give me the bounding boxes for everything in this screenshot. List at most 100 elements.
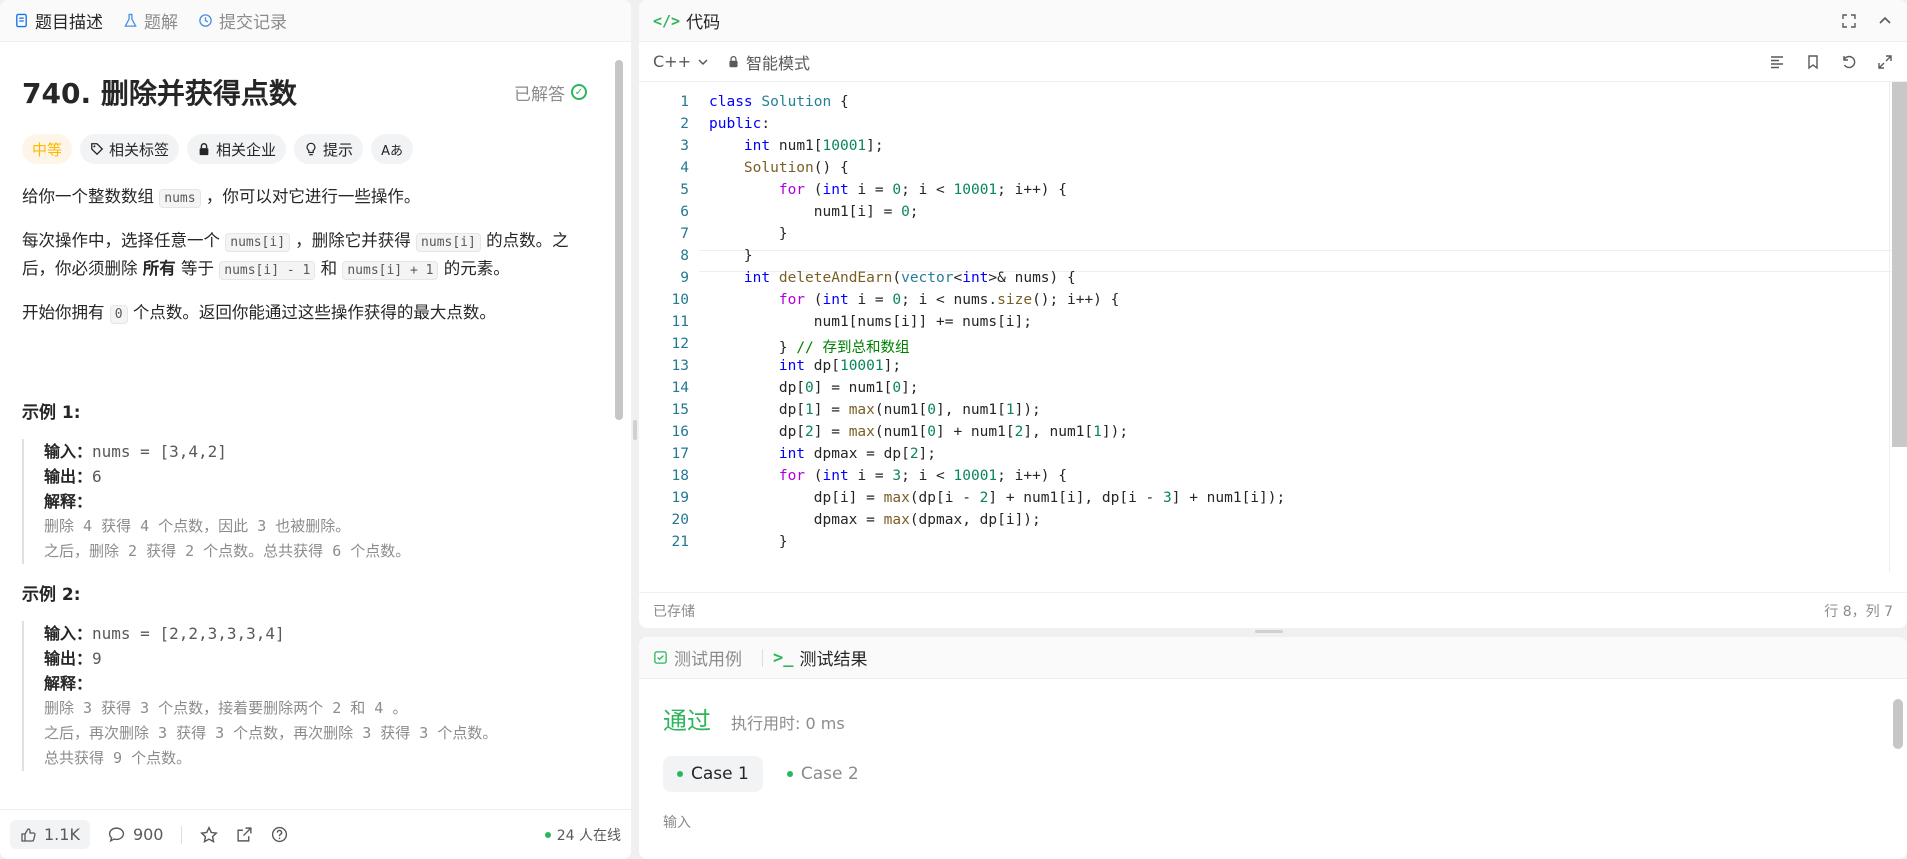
line-number: 1: [680, 94, 689, 110]
example-output-value: 6: [92, 467, 102, 486]
chevron-up-icon[interactable]: [1877, 13, 1893, 29]
format-icon[interactable]: [1769, 54, 1785, 70]
example-explain-line: 删除 3 获得 3 个点数，接着要删除两个 2 和 4 。: [44, 699, 408, 717]
case-tab-2[interactable]: Case 2: [773, 756, 873, 792]
line-number: 6: [680, 204, 689, 220]
share-button[interactable]: [236, 826, 253, 843]
language-label: C++: [653, 52, 691, 71]
example-input-value: nums = [3,4,2]: [92, 442, 227, 461]
example-1-block: 输入：nums = [3,4,2] 输出：6 解释： 删除 4 获得 4 个点数…: [22, 439, 587, 564]
desc-text: 的元素。: [443, 259, 510, 278]
line-number: 3: [680, 138, 689, 154]
online-text: 24 人在线: [556, 827, 621, 844]
desc-text: 个点数。返回你能通过这些操作获得的最大点数。: [132, 303, 496, 322]
code-line: num1[nums[i]] += nums[i];: [709, 314, 1033, 330]
desc-text: ，你可以对它进行一些操作。: [205, 187, 421, 206]
like-button[interactable]: 1.1K: [10, 820, 90, 849]
code-line: dpmax = max(dpmax, dp[i]);: [709, 512, 1041, 528]
smart-mode-label: 智能模式: [745, 53, 810, 73]
tab-submissions[interactable]: 提交记录: [198, 8, 287, 33]
line-number: 19: [671, 490, 689, 506]
desc-text: ，删除它并获得: [295, 231, 411, 250]
help-button[interactable]: [271, 826, 288, 843]
code-line: }: [709, 248, 753, 264]
editor-scroll-thumb[interactable]: [1892, 82, 1907, 447]
case-pass-dot: [677, 771, 683, 777]
tab-results[interactable]: >_ 测试结果: [773, 645, 867, 671]
example-explain-line: 删除 4 获得 4 个点数，因此 3 也被删除。: [44, 517, 351, 535]
inline-code: nums[i]: [416, 233, 481, 252]
tab-testcases[interactable]: 测试用例: [653, 645, 742, 670]
line-number: 20: [671, 512, 689, 528]
document-icon: [16, 13, 27, 28]
fullscreen-icon[interactable]: [1841, 13, 1857, 29]
problem-panel: 题目描述 题解 提交记录 740. 删除并获得点数 已解答 ✓ 中等 相关标签: [0, 0, 631, 859]
translate-icon: Aあ: [381, 143, 403, 159]
case-tab-label: Case 2: [800, 764, 859, 784]
line-number: 13: [671, 358, 689, 374]
case-tab-1[interactable]: Case 1: [663, 756, 763, 792]
problem-content: 740. 删除并获得点数 已解答 ✓ 中等 相关标签 相关企业 提示 Aあ 给你…: [0, 42, 609, 809]
check-circle-icon: ✓: [571, 84, 587, 100]
flask-icon: [124, 13, 137, 27]
inline-code: 0: [109, 305, 128, 324]
related-companies-button[interactable]: 相关企业: [187, 134, 287, 164]
inline-code: nums[i] + 1: [342, 261, 439, 280]
solved-label: 已解答: [514, 84, 565, 105]
code-line: for (int i = 3; i < 10001; i++) {: [778, 468, 1067, 484]
expand-icon[interactable]: [1877, 54, 1893, 70]
example-2-block: 输入：nums = [2,2,3,3,3,4] 输出：9 解释： 删除 3 获得…: [22, 621, 587, 771]
code-editor[interactable]: 1 2 3 4 5 6 7 8 9 10 11 12 13 14 15 16 17 18 19 20 21 class …: [639, 82, 1893, 572]
tab-code[interactable]: </> 代码: [653, 8, 721, 34]
tag-icon: [91, 143, 104, 156]
translate-button[interactable]: Aあ: [371, 134, 413, 164]
desc-text: 和: [320, 259, 338, 278]
result-summary: 通过 执行用时: 0 ms: [639, 679, 1907, 736]
checkbox-icon: [654, 651, 667, 664]
tab-testcases-label: 测试用例: [674, 650, 742, 670]
line-number: 5: [680, 182, 689, 198]
current-line-highlight: [699, 250, 1893, 272]
code-line: for (int i = 0; i < 10001; i++) {: [778, 182, 1067, 198]
related-tags-button[interactable]: 相关标签: [80, 134, 180, 164]
hint-button[interactable]: 提示: [294, 134, 364, 164]
editor-toolbar: C++ 智能模式: [639, 42, 1907, 82]
code-panel: </> 代码 C++ 智能模式 1 2 3 4 5 6 7 8 9 10 11 12 13 14 15 16 1…: [639, 0, 1907, 628]
language-select[interactable]: C++: [653, 52, 709, 71]
result-status: 通过: [663, 707, 711, 735]
tab-code-label: 代码: [686, 13, 721, 33]
desc-text: 开始你拥有: [22, 303, 105, 322]
hint-label: 提示: [323, 140, 354, 159]
online-count: 24 人在线: [544, 825, 621, 845]
editor-scrollbar[interactable]: [1889, 82, 1907, 572]
test-scrollbar[interactable]: [1893, 699, 1903, 749]
bookmark-icon[interactable]: [1805, 54, 1821, 70]
tab-description[interactable]: 题目描述: [14, 8, 103, 33]
smart-mode-toggle[interactable]: 智能模式: [727, 50, 810, 74]
horizontal-resize-handle[interactable]: [1255, 630, 1283, 633]
tab-solutions[interactable]: 题解: [123, 8, 178, 33]
share-icon: [237, 827, 253, 842]
input-label: 输入: [663, 815, 691, 831]
comments-button[interactable]: 900: [108, 825, 163, 844]
thumbs-up-icon: [21, 827, 36, 842]
question-circle-icon: [272, 826, 288, 843]
example-explain-key: 解释：: [44, 492, 93, 511]
desc-paragraph-2: 每次操作中，选择任意一个 nums[i] ，删除它并获得 nums[i] 的点数…: [22, 228, 587, 284]
tab-description-label: 题目描述: [35, 13, 103, 33]
code-line: public:: [709, 116, 771, 132]
example-explain-line: 之后，再次删除 3 获得 3 个点数，再次删除 3 获得 3 个点数。: [44, 724, 498, 742]
line-number: 10: [671, 292, 689, 308]
problem-scrollbar[interactable]: [615, 60, 623, 420]
code-line: dp[i] = max(dp[i - 2] + num1[i], dp[i - …: [709, 490, 1286, 506]
code-line: int dp[10001];: [778, 358, 902, 374]
vertical-resize-handle[interactable]: [633, 420, 637, 440]
example-explain-key: 解释：: [44, 674, 93, 693]
example-explain-line: 总共获得 9 个点数。: [44, 749, 192, 767]
favorite-button[interactable]: [200, 825, 219, 844]
reset-icon[interactable]: [1841, 54, 1857, 70]
like-count: 1.1K: [44, 825, 80, 844]
desc-text: 给你一个整数数组: [22, 187, 154, 206]
example-input-value: nums = [2,2,3,3,3,4]: [92, 624, 285, 643]
problem-tabbar: 题目描述 题解 提交记录: [0, 0, 631, 42]
